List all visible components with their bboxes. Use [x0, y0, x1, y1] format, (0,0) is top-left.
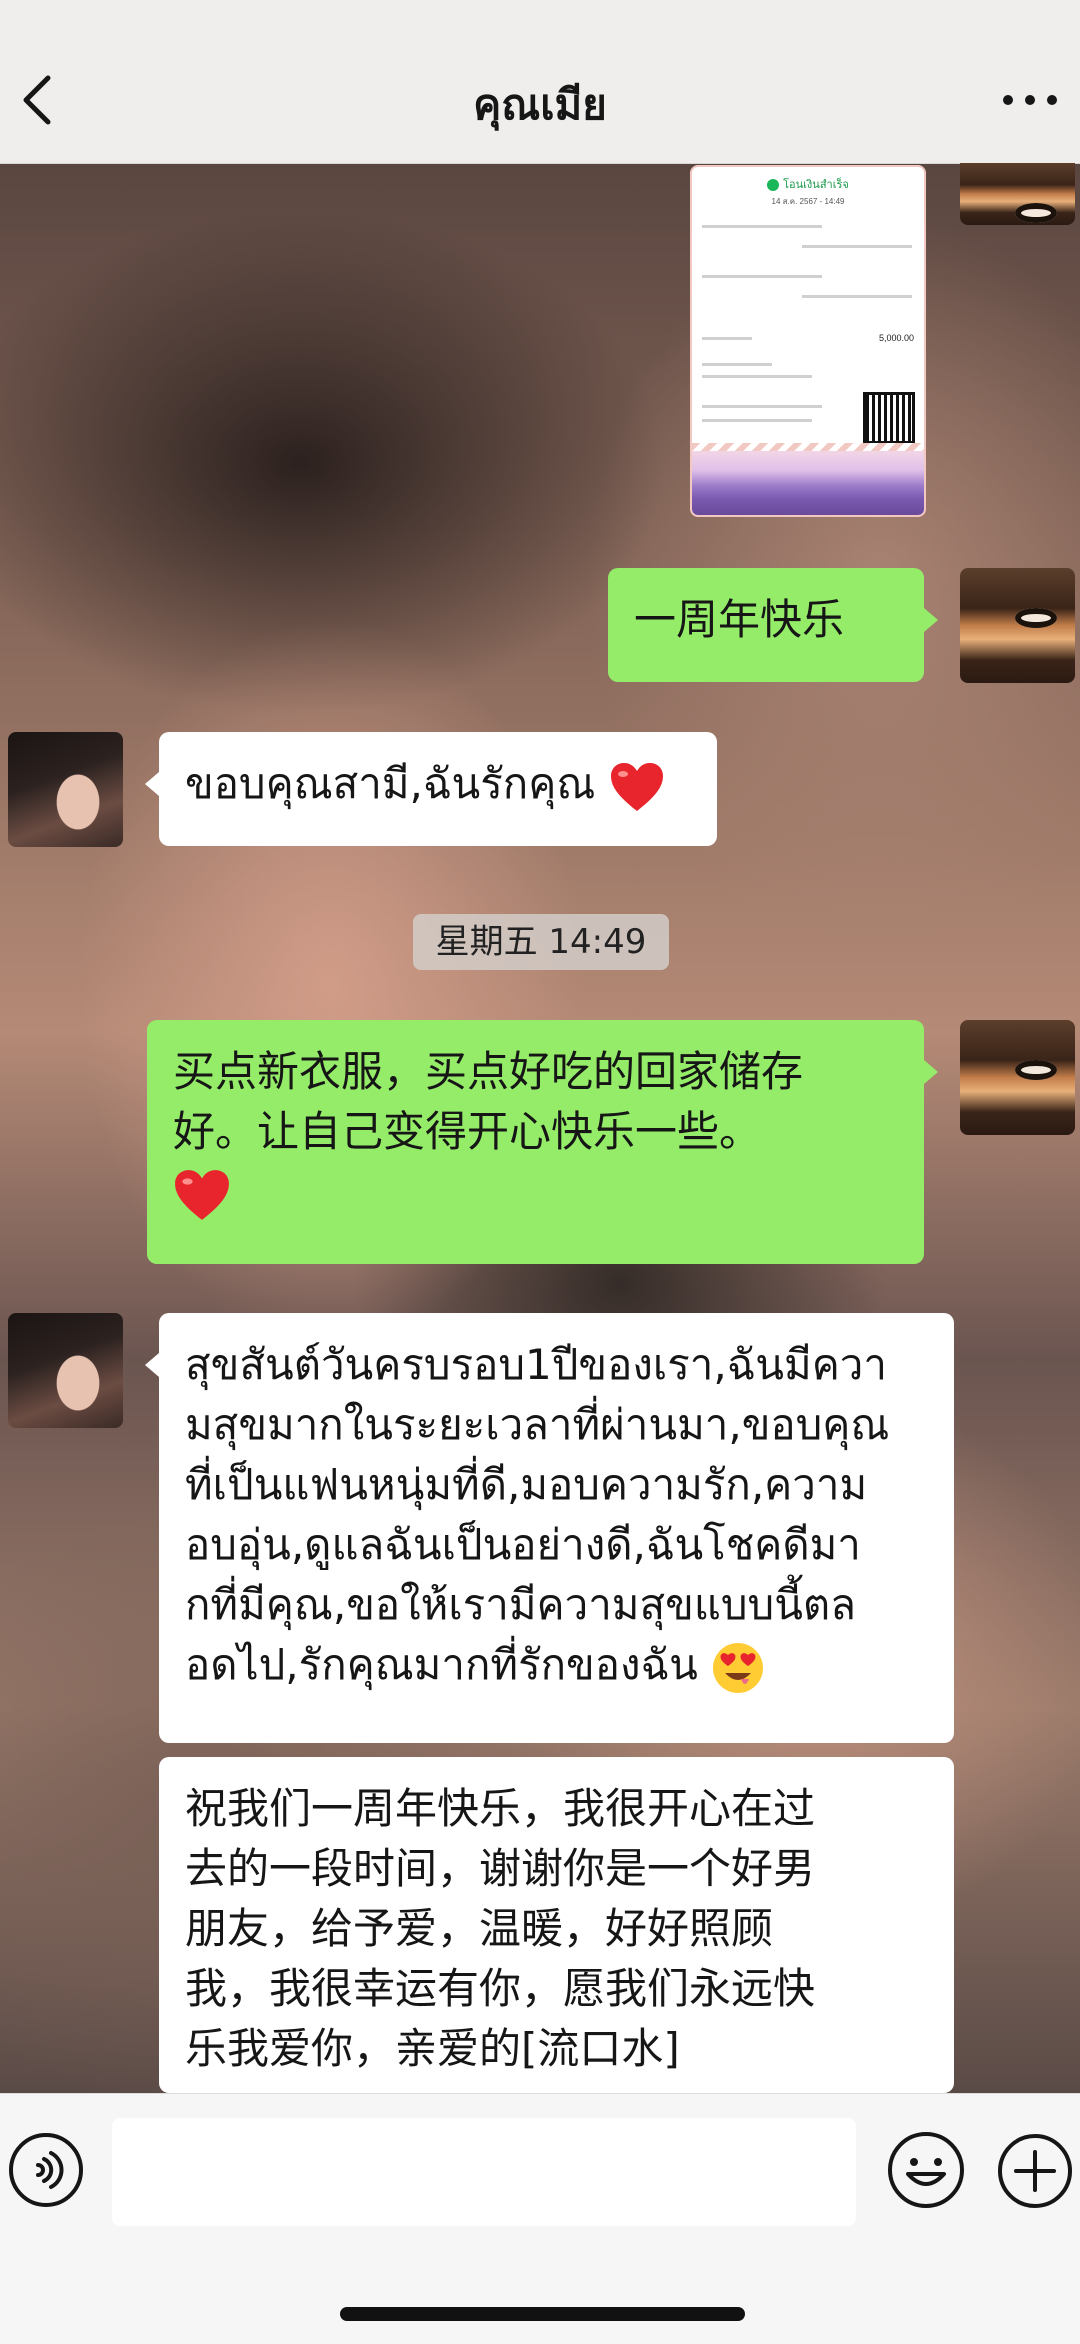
message-text: 一周年快乐: [634, 595, 845, 644]
my-message-bubble[interactable]: 一周年快乐: [608, 568, 938, 682]
receipt-line: [802, 295, 912, 298]
more-dots-icon[interactable]: [1000, 88, 1060, 112]
receipt-date: 14 ส.ค. 2567 - 14:49: [771, 197, 845, 206]
message-line: 我，我很幸运有你，愿我们永远快: [185, 1964, 816, 2013]
heart-emoji: [175, 1169, 229, 1220]
bubble-tail: [145, 1353, 159, 1377]
my-avatar[interactable]: [960, 568, 1075, 683]
my-message-bubble[interactable]: 买点新衣服，买点好吃的回家储存 好。让自己变得开心快乐一些。: [147, 1020, 938, 1264]
qr-code-icon: [863, 392, 915, 444]
message-line: ที่เป็นแฟนหนุ่มที่ดี,มอบความรัก,ความ: [185, 1460, 868, 1509]
bubble-tail: [924, 1060, 938, 1084]
receipt-line: [702, 375, 812, 378]
chat-header: คุณเมีย: [0, 0, 1080, 164]
receipt-line: [702, 275, 822, 278]
receipt-illustration: [692, 451, 924, 515]
emoji-icon[interactable]: [886, 2130, 966, 2210]
message-line: อดไป,รักคุณมากที่รักของฉัน: [185, 1640, 698, 1689]
message-line: สุขสันต์วันครบรอบ1ปีของเรา,ฉันมีควา: [185, 1340, 887, 1389]
receipt-line: [702, 419, 812, 422]
receipt-line: [802, 245, 912, 248]
message-line: 买点新衣服，买点好吃的回家储存: [173, 1047, 804, 1096]
message-line: กที่มีคุณ,ขอให้เรามีความสุขแบบนี้ตล: [185, 1580, 856, 1629]
message-line: 朋友，给予爱，温暖，好好照顾: [185, 1904, 774, 1953]
message-line: 去的一段时间，谢谢你是一个好男: [185, 1844, 816, 1893]
message-timestamp: 星期五 14:49: [413, 914, 669, 970]
message-text: ขอบคุณสามี,ฉันรักคุณ: [185, 759, 596, 808]
receipt-status: โอนเงินสำเร็จ: [692, 175, 924, 193]
bubble-tail: [145, 772, 159, 796]
heart-emoji: [610, 762, 663, 811]
plus-icon[interactable]: [996, 2132, 1074, 2210]
my-avatar[interactable]: [960, 1020, 1075, 1135]
message-line: 祝我们一周年快乐，我很开心在过: [185, 1784, 816, 1833]
voice-icon[interactable]: [8, 2132, 84, 2208]
message-line: 好。让自己变得开心快乐一些。: [173, 1107, 762, 1156]
heart-eyes-emoji: [713, 1642, 764, 1693]
message-input[interactable]: [112, 2118, 856, 2226]
message-line: 乐我爱你，亲爱的[流口水]: [185, 2024, 680, 2073]
chat-title: คุณเมีย: [473, 80, 607, 129]
contact-message-bubble[interactable]: ขอบคุณสามี,ฉันรักคุณ: [145, 732, 717, 846]
receipt-line: [702, 405, 822, 408]
transfer-receipt-image[interactable]: โอนเงินสำเร็จ 14 ส.ค. 2567 - 14:49 5,000…: [690, 165, 926, 517]
receipt-line: [702, 337, 752, 340]
my-avatar[interactable]: [960, 163, 1075, 225]
bubble-tail: [924, 608, 938, 632]
message-line: มสุขมากในระยะเวลาที่ผ่านมา,ขอบคุณ: [185, 1400, 890, 1449]
receipt-amount: 5,000.00: [878, 333, 914, 343]
home-indicator: [340, 2307, 745, 2321]
message-input-bar: [0, 2093, 1080, 2344]
contact-avatar[interactable]: [8, 1313, 123, 1428]
contact-message-bubble[interactable]: สุขสันต์วันครบรอบ1ปีของเรา,ฉันมีควา มสุข…: [145, 1313, 954, 1743]
receipt-line: [702, 225, 822, 228]
contact-avatar[interactable]: [8, 732, 123, 847]
receipt-line: [702, 363, 772, 366]
message-line: อบอุ่น,ดูแลฉันเป็นอย่างดี,ฉันโชคดีมา: [185, 1520, 861, 1569]
contact-message-bubble[interactable]: 祝我们一周年快乐，我很开心在过 去的一段时间，谢谢你是一个好男 朋友，给予爱，温…: [159, 1757, 954, 2093]
check-circle-icon: [767, 179, 780, 192]
